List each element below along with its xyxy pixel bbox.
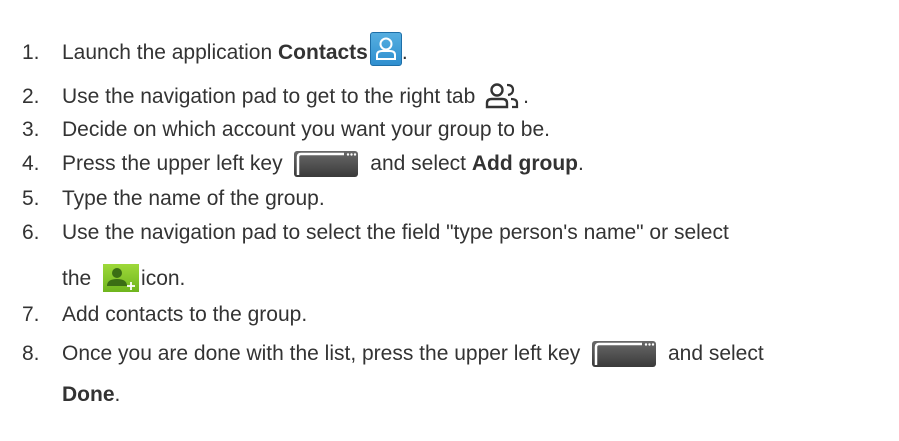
- step-number: 6.: [22, 221, 40, 244]
- step-text: Press the upper left key: [62, 152, 289, 175]
- groups-tab-icon: [483, 80, 523, 110]
- menu-key-icon: [294, 151, 359, 177]
- step-7: 7. Add contacts to the group.: [22, 302, 307, 328]
- step-text: Decide on which account you want your gr…: [62, 118, 550, 141]
- step-number: 3.: [22, 118, 40, 141]
- step-text: Use the navigation pad to get to the rig…: [62, 85, 482, 108]
- step-1: 1. Launch the application Contacts .: [22, 32, 408, 66]
- step-2: 2. Use the navigation pad to get to the r…: [22, 80, 529, 110]
- step-number: 4.: [22, 152, 40, 175]
- step-text: Once you are done with the list, press t…: [62, 342, 587, 365]
- step-6: 6. Use the navigation pad to select the f…: [22, 220, 729, 246]
- step-text: Use the navigation pad to select the fie…: [62, 221, 729, 244]
- add-person-icon: [103, 264, 140, 292]
- step-number: 2.: [22, 85, 40, 108]
- action-label: Add group: [471, 152, 578, 175]
- step-text: Launch the application Contacts: [62, 41, 368, 64]
- instruction-document: 1. Launch the application Contacts . 2. Us…: [0, 0, 899, 441]
- step-number: 5.: [22, 187, 40, 210]
- step-4: 4. Press the upper left key and select Ad…: [22, 151, 584, 177]
- step-number: 7.: [22, 303, 40, 326]
- step-text: Add contacts to the group.: [62, 303, 308, 326]
- app-name: Contacts: [278, 41, 368, 64]
- contacts-app-icon: [369, 32, 402, 66]
- step-5: 5. Type the name of the group.: [22, 186, 325, 212]
- step-8-continued: Done.: [62, 383, 121, 406]
- action-label: Done: [62, 383, 115, 406]
- step-8: 8. Once you are done with the list, press…: [22, 341, 764, 367]
- step-number: 8.: [22, 342, 40, 365]
- menu-key-icon: [592, 341, 657, 367]
- step-number: 1.: [22, 41, 40, 64]
- step-text: Type the name of the group.: [62, 187, 325, 210]
- step-3: 3. Decide on which account you want your …: [22, 117, 550, 143]
- step-6-continued: the icon.: [62, 264, 185, 292]
